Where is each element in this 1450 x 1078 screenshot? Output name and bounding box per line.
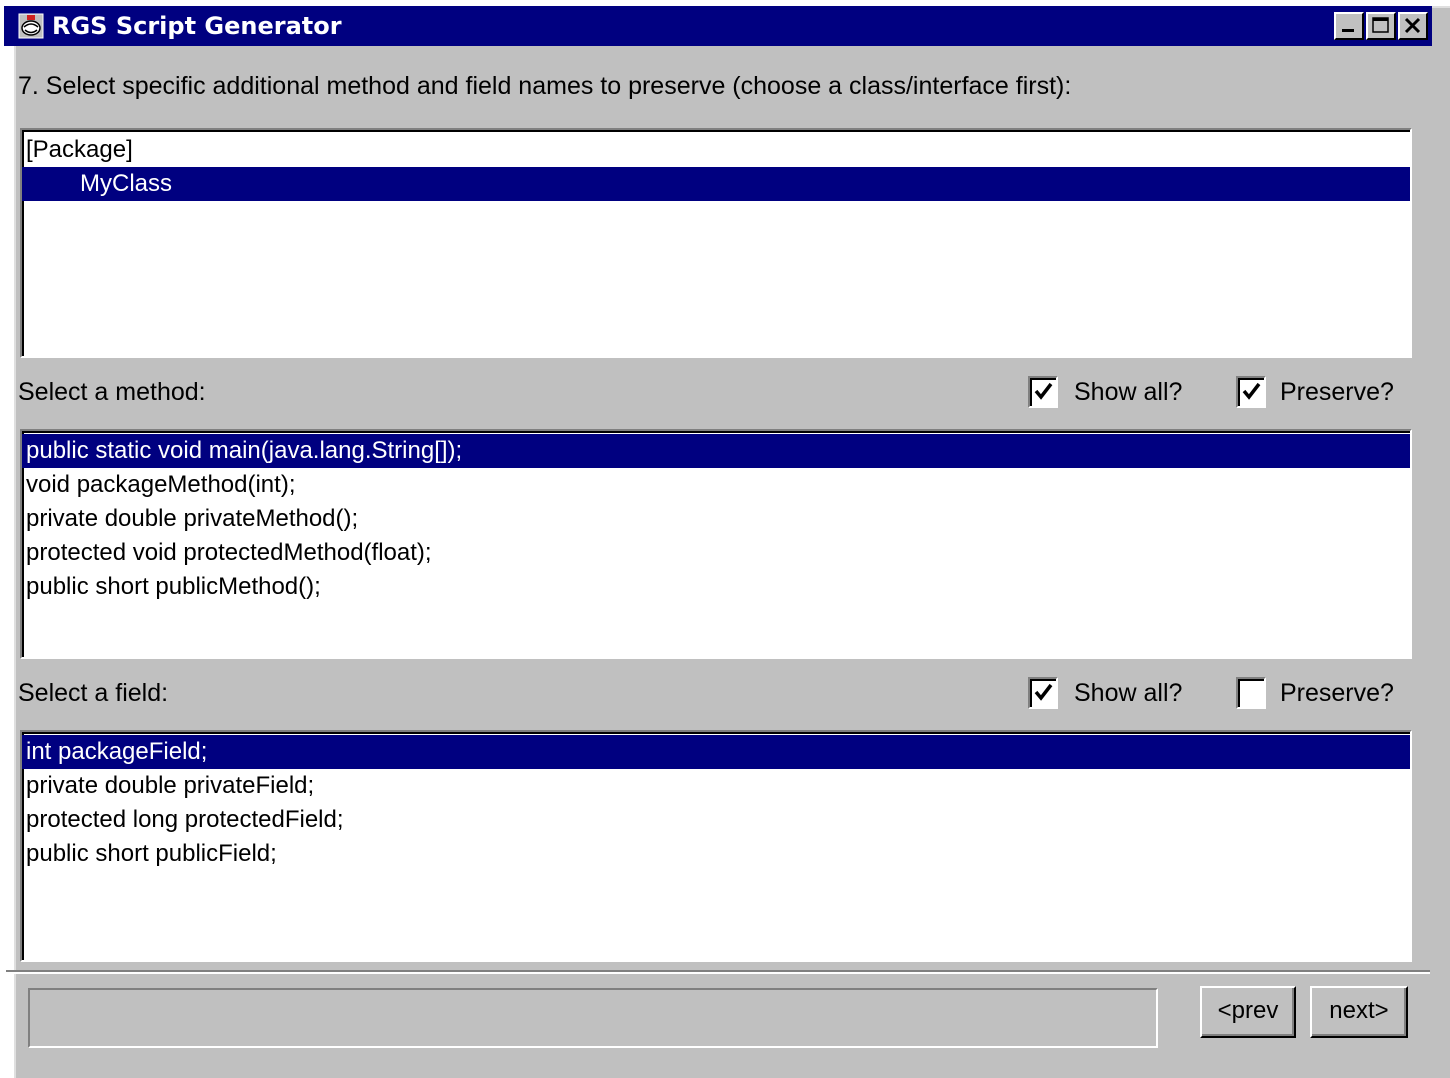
- checkmark-icon: [1034, 683, 1053, 701]
- checkbox-box[interactable]: [1236, 376, 1266, 408]
- minimize-button[interactable]: [1334, 12, 1364, 40]
- list-item[interactable]: public short publicField;: [22, 837, 1410, 871]
- list-item[interactable]: public static void main(java.lang.String…: [22, 434, 1410, 468]
- checkmark-icon: [1242, 382, 1261, 400]
- checkbox-label: Preserve?: [1280, 679, 1394, 707]
- step-instruction: 7. Select specific additional method and…: [18, 72, 1072, 100]
- checkbox-box[interactable]: [1028, 376, 1058, 408]
- checkbox-box[interactable]: [1236, 677, 1266, 709]
- title-bar[interactable]: RGS Script Generator: [4, 6, 1432, 46]
- maximize-button[interactable]: [1366, 12, 1396, 40]
- checkbox-label: Show all?: [1074, 679, 1183, 707]
- field-list[interactable]: int packageField; private double private…: [20, 730, 1412, 962]
- separator: [6, 970, 1430, 974]
- minimize-icon: [1342, 29, 1354, 32]
- close-button[interactable]: [1398, 12, 1428, 40]
- window-title: RGS Script Generator: [52, 12, 342, 40]
- app-icon: [18, 13, 44, 39]
- checkbox-label: Preserve?: [1280, 378, 1394, 406]
- list-item[interactable]: void packageMethod(int);: [22, 468, 1410, 502]
- maximize-icon: [1372, 17, 1389, 33]
- list-item[interactable]: private double privateMethod();: [22, 502, 1410, 536]
- list-item-label: public static void main(java.lang.String…: [26, 437, 463, 464]
- list-item-label: void packageMethod(int);: [26, 471, 296, 498]
- status-field: [28, 988, 1158, 1048]
- class-list[interactable]: [Package] MyClass: [20, 128, 1412, 358]
- checkbox-label: Show all?: [1074, 378, 1183, 406]
- list-item-label: int packageField;: [26, 738, 208, 765]
- list-item-label: protected long protectedField;: [26, 806, 344, 833]
- list-item[interactable]: MyClass: [22, 167, 1410, 201]
- method-section-label: Select a method:: [18, 378, 206, 406]
- close-icon: [1404, 17, 1421, 34]
- prev-button[interactable]: <prev: [1200, 986, 1296, 1038]
- list-item[interactable]: int packageField;: [22, 735, 1410, 769]
- next-button[interactable]: next>: [1310, 986, 1408, 1038]
- list-item[interactable]: [Package]: [22, 133, 1410, 167]
- list-item-label: MyClass: [80, 170, 173, 197]
- list-item[interactable]: protected long protectedField;: [22, 803, 1410, 837]
- list-item[interactable]: public short publicMethod();: [22, 570, 1410, 604]
- method-list[interactable]: public static void main(java.lang.String…: [20, 429, 1412, 659]
- list-item-label: public short publicMethod();: [26, 573, 321, 600]
- checkmark-icon: [1034, 382, 1053, 400]
- list-item-label: private double privateMethod();: [26, 505, 359, 532]
- list-item[interactable]: private double privateField;: [22, 769, 1410, 803]
- list-item-label: private double privateField;: [26, 772, 315, 799]
- list-item-label: protected void protectedMethod(float);: [26, 539, 432, 566]
- checkbox-box[interactable]: [1028, 677, 1058, 709]
- field-section-label: Select a field:: [18, 679, 169, 707]
- list-item-label: [Package]: [26, 136, 133, 163]
- list-item[interactable]: protected void protectedMethod(float);: [22, 536, 1410, 570]
- list-item-label: public short publicField;: [26, 840, 277, 867]
